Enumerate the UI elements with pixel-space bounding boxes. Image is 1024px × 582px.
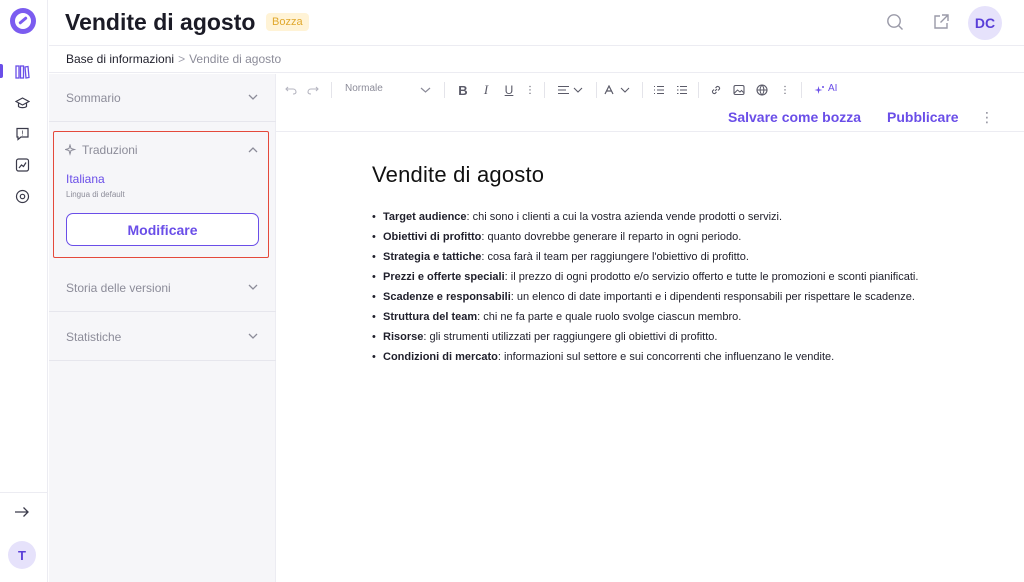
translations-section: Traduzioni Italiana Lingua di default Mo… <box>53 131 269 258</box>
chevron-down-icon[interactable] <box>419 83 431 97</box>
translation-language[interactable]: Italiana <box>66 172 105 186</box>
more-options-icon[interactable]: ⋮ <box>980 109 994 125</box>
breadcrumb-separator: > <box>178 52 186 66</box>
sparkle-icon <box>63 143 77 156</box>
page-title: Vendite di agosto <box>65 9 256 35</box>
undo-icon[interactable] <box>284 83 298 97</box>
section-statistics-label: Statistiche <box>66 330 122 344</box>
underline-icon[interactable]: U <box>503 83 515 97</box>
globe-icon[interactable] <box>756 83 768 97</box>
document-content[interactable]: Vendite di agosto Target audience: chi s… <box>372 162 932 370</box>
toolbar-divider <box>698 82 699 98</box>
bold-icon[interactable]: B <box>457 83 469 98</box>
list-item: Risorse: gli strumenti utilizzati per ra… <box>372 330 932 344</box>
toolbar-divider <box>444 82 445 98</box>
ai-sparkle-icon[interactable] <box>813 83 825 97</box>
analytics-icon[interactable] <box>14 157 30 173</box>
list-item: Struttura del team: chi ne fa parte e qu… <box>372 310 932 324</box>
translations-label: Traduzioni <box>82 143 138 157</box>
graduation-cap-icon[interactable] <box>14 95 30 111</box>
library-icon[interactable] <box>14 64 30 80</box>
list-item: Obiettivi di profitto: quanto dovrebbe g… <box>372 230 932 244</box>
breadcrumb-root[interactable]: Base di informazioni <box>66 52 174 66</box>
document-heading: Vendite di agosto <box>372 162 545 187</box>
user-avatar[interactable]: T <box>8 541 36 569</box>
side-panel: Sommario Traduzioni Italiana Lingua di d… <box>49 74 276 582</box>
active-indicator <box>0 64 3 78</box>
default-language-label: Lingua di default <box>66 190 125 199</box>
document-list: Target audience: chi sono i clienti a cu… <box>372 210 932 364</box>
svg-text:!: ! <box>21 130 24 138</box>
bullet-list-icon[interactable] <box>653 83 665 97</box>
toolbar-divider <box>801 82 802 98</box>
list-item: Target audience: chi sono i clienti a cu… <box>372 210 932 224</box>
link-icon[interactable] <box>710 83 722 97</box>
external-link-icon[interactable] <box>932 13 950 31</box>
redo-icon[interactable] <box>306 83 320 97</box>
list-item: Strategia e tattiche: cosa farà il team … <box>372 250 932 264</box>
breadcrumb-current: Vendite di agosto <box>189 52 282 66</box>
status-badge: Bozza <box>266 13 309 31</box>
editor-toolbar: Normale B I U ⋮ ⋮ AI Salvare come bozza … <box>276 74 1024 132</box>
italic-icon[interactable]: I <box>480 82 492 97</box>
breadcrumb: Base di informazioni > Vendite di agosto <box>49 46 1024 73</box>
chevron-down-icon <box>248 333 258 339</box>
publish-button[interactable]: Pubblicare <box>887 109 959 125</box>
section-version-history[interactable]: Storia delle versioni <box>49 264 276 312</box>
toolbar-divider <box>642 82 643 98</box>
chat-question-icon[interactable]: ! <box>14 126 30 142</box>
rail-divider <box>0 492 48 493</box>
ai-button-label[interactable]: AI <box>828 83 837 94</box>
search-icon[interactable] <box>886 13 904 31</box>
section-summary[interactable]: Sommario <box>49 74 276 122</box>
left-rail: ! T <box>0 0 48 582</box>
text-color-icon[interactable] <box>604 83 634 97</box>
settings-icon[interactable] <box>14 188 30 204</box>
section-version-history-label: Storia delle versioni <box>66 281 171 295</box>
chevron-down-icon <box>248 94 258 100</box>
list-item: Prezzi e offerte speciali: il prezzo di … <box>372 270 932 284</box>
profile-avatar[interactable]: DC <box>968 6 1002 40</box>
more-insert-icon[interactable]: ⋮ <box>780 83 790 97</box>
more-format-icon[interactable]: ⋮ <box>525 83 535 97</box>
toolbar-divider <box>544 82 545 98</box>
toolbar-divider <box>331 82 332 98</box>
page-header: Vendite di agosto Bozza DC <box>49 0 1024 46</box>
list-item: Condizioni di mercato: informazioni sul … <box>372 350 932 364</box>
save-draft-button[interactable]: Salvare come bozza <box>728 109 861 125</box>
chevron-up-icon[interactable] <box>247 144 259 156</box>
section-statistics[interactable]: Statistiche <box>49 313 276 361</box>
list-item: Scadenze e responsabili: un elenco di da… <box>372 290 932 304</box>
chevron-down-icon <box>248 284 258 290</box>
image-icon[interactable] <box>733 83 745 97</box>
section-summary-label: Sommario <box>66 91 121 105</box>
app-logo[interactable] <box>10 8 36 34</box>
align-icon[interactable] <box>557 83 587 97</box>
toolbar-divider <box>596 82 597 98</box>
numbered-list-icon[interactable] <box>676 83 688 97</box>
edit-translation-button[interactable]: Modificare <box>66 213 259 246</box>
expand-arrow-icon[interactable] <box>14 504 30 520</box>
text-style-select[interactable]: Normale <box>345 83 383 94</box>
